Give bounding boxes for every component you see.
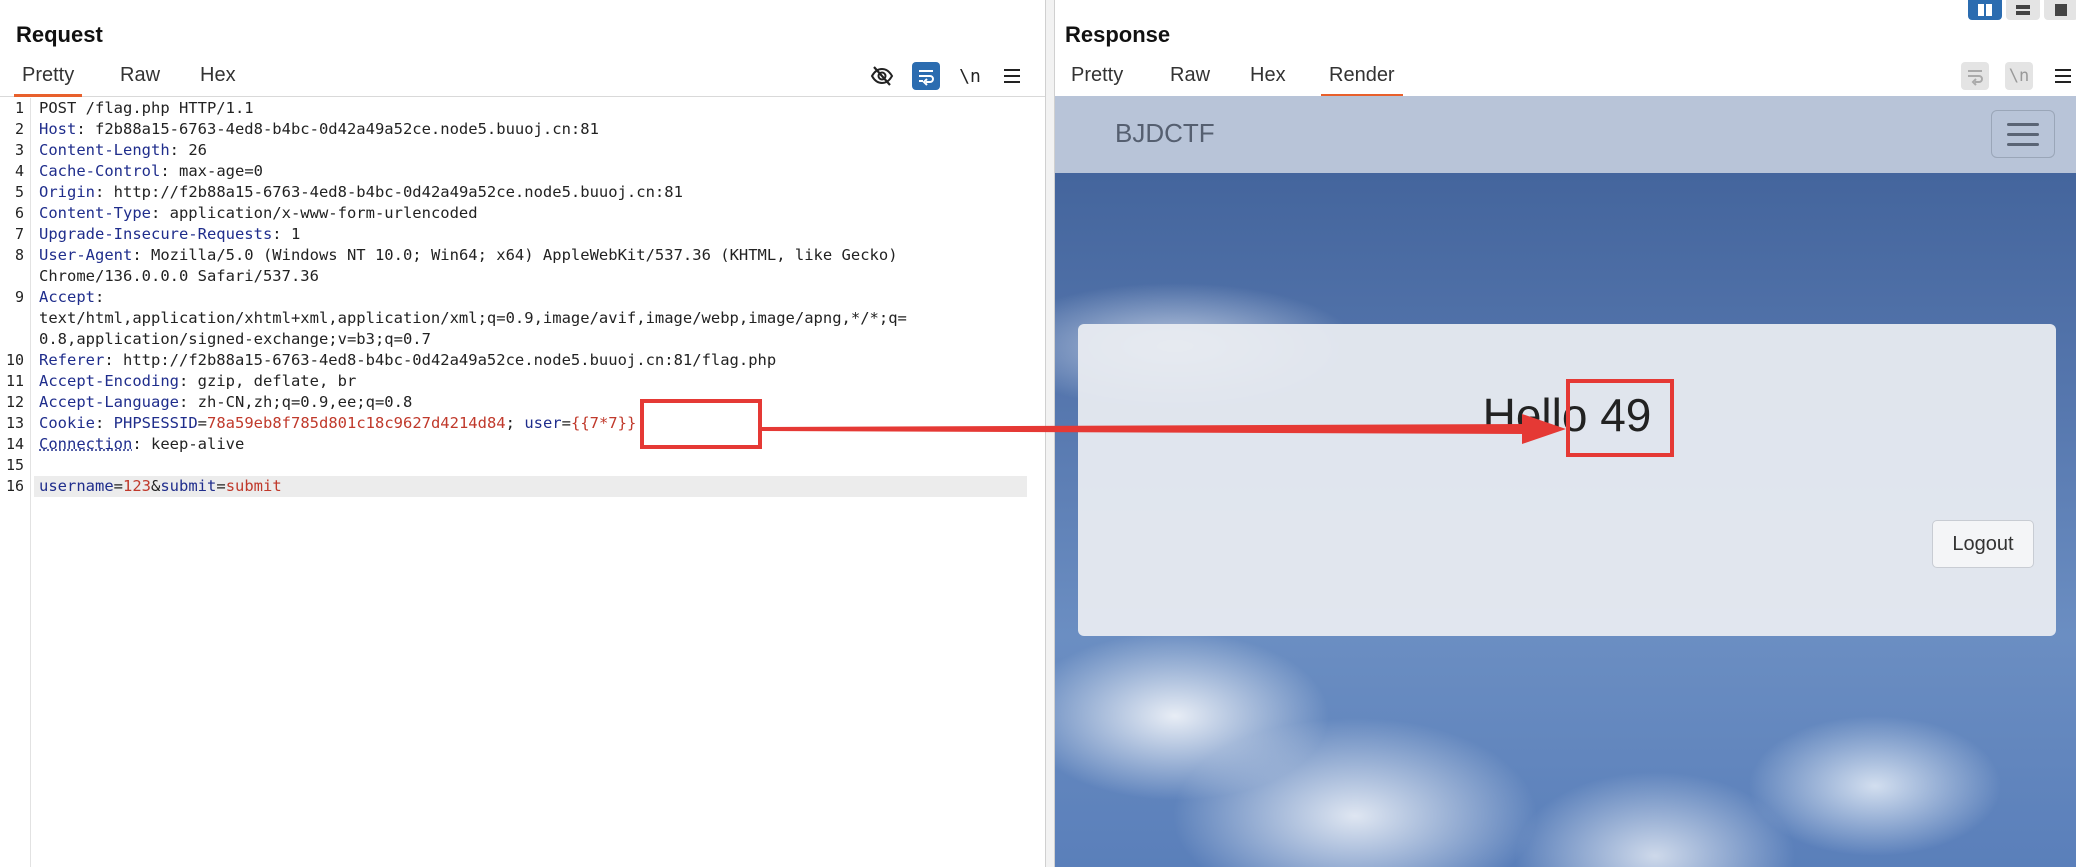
navbar-brand[interactable]: BJDCTF bbox=[1115, 118, 1215, 149]
response-pane: Response Pretty Raw Hex Render \n BJDCTF… bbox=[1055, 0, 2076, 867]
code-text: Content-Type: application/x-www-form-url… bbox=[39, 204, 478, 222]
code-line[interactable]: 7 Upgrade-Insecure-Requests: 1 bbox=[0, 224, 1030, 245]
layout-split-icon[interactable] bbox=[1968, 0, 2002, 20]
menu-icon[interactable] bbox=[2049, 62, 2076, 90]
layout-toggle-group bbox=[1968, 0, 2076, 20]
code-text: Accept: bbox=[39, 288, 105, 306]
line-number: 2 bbox=[14, 120, 24, 138]
line-number: 15 bbox=[5, 456, 24, 474]
code-text: Host: f2b88a15-6763-4ed8-b4bc-0d42a49a52… bbox=[39, 120, 599, 138]
code-line[interactable]: 2 Host: f2b88a15-6763-4ed8-b4bc-0d42a49a5… bbox=[0, 119, 1030, 140]
response-title: Response bbox=[1065, 22, 1171, 47]
line-number: 14 bbox=[5, 435, 24, 453]
rendered-navbar: BJDCTF bbox=[1055, 96, 2076, 173]
code-line[interactable]: 4 Cache-Control: max-age=0 bbox=[0, 161, 1030, 182]
line-number: 10 bbox=[5, 351, 24, 369]
greeting-card: Hello 49 Logout bbox=[1078, 324, 2056, 636]
line-number: 12 bbox=[5, 393, 24, 411]
request-tab-raw[interactable]: Raw bbox=[120, 64, 160, 94]
code-text: User-Agent: Mozilla/5.0 (Windows NT 10.0… bbox=[39, 246, 898, 264]
eye-slash-icon[interactable] bbox=[868, 62, 896, 90]
request-editor[interactable]: 1 POST /flag.php HTTP/1.1 2 Host: f2b88a15-… bbox=[0, 98, 1030, 867]
code-text: Cache-Control: max-age=0 bbox=[39, 162, 263, 180]
code-line[interactable]: 15 bbox=[0, 455, 1030, 476]
code-text: Connection: keep-alive bbox=[39, 435, 245, 453]
code-text: Upgrade-Insecure-Requests: 1 bbox=[39, 225, 301, 243]
line-number: 8 bbox=[14, 246, 24, 264]
line-number: 6 bbox=[14, 204, 24, 222]
newline-icon[interactable]: \n bbox=[2005, 62, 2033, 90]
code-line[interactable]: 1 POST /flag.php HTTP/1.1 bbox=[0, 98, 1030, 119]
code-line[interactable]: 16 username=123&submit=submit bbox=[0, 476, 1030, 497]
code-line[interactable]: 10 Referer: http://f2b88a15-6763-4ed8-b4b… bbox=[0, 350, 1030, 371]
code-text: username=123&submit=submit bbox=[39, 477, 282, 495]
code-line[interactable]: 13 Cookie: PHPSESSID=78a59eb8f785d801c18c… bbox=[0, 413, 1030, 434]
code-line[interactable]: 12 Accept-Language: zh-CN,zh;q=0.9,ee;q=0… bbox=[0, 392, 1030, 413]
response-tab-render[interactable]: Render bbox=[1321, 64, 1403, 97]
hello-message: Hello 49 bbox=[1482, 389, 1652, 441]
line-number: 7 bbox=[14, 225, 24, 243]
logout-button[interactable]: Logout bbox=[1932, 520, 2034, 568]
response-tab-pretty[interactable]: Pretty bbox=[1071, 64, 1123, 94]
word-wrap-icon[interactable] bbox=[1961, 62, 1989, 90]
code-line[interactable]: Chrome/136.0.0.0 Safari/537.36 bbox=[0, 266, 1030, 287]
code-text: Referer: http://f2b88a15-6763-4ed8-b4bc-… bbox=[39, 351, 777, 369]
word-wrap-icon[interactable] bbox=[912, 62, 940, 90]
code-text: Accept-Language: zh-CN,zh;q=0.9,ee;q=0.8 bbox=[39, 393, 413, 411]
code-line[interactable]: 5 Origin: http://f2b88a15-6763-4ed8-b4bc-… bbox=[0, 182, 1030, 203]
line-number: 4 bbox=[14, 162, 24, 180]
code-line[interactable]: 14 Connection: keep-alive bbox=[0, 434, 1030, 455]
code-line[interactable]: 3 Content-Length: 26 bbox=[0, 140, 1030, 161]
code-line[interactable]: 8 User-Agent: Mozilla/5.0 (Windows NT 10.… bbox=[0, 245, 1030, 266]
pane-divider[interactable] bbox=[1045, 0, 1055, 867]
line-number: 5 bbox=[14, 183, 24, 201]
line-number: 1 bbox=[14, 99, 24, 117]
response-tab-hex[interactable]: Hex bbox=[1250, 64, 1286, 94]
layout-horizontal-icon[interactable] bbox=[2006, 0, 2040, 20]
code-line[interactable]: 0.8,application/signed-exchange;v=b3;q=0… bbox=[0, 329, 1030, 350]
newline-icon[interactable]: \n bbox=[956, 62, 984, 90]
menu-icon[interactable] bbox=[998, 62, 1026, 90]
request-pane: Request Pretty Raw Hex \n 1 POST /flag.ph… bbox=[0, 0, 1045, 867]
code-text: Accept-Encoding: gzip, deflate, br bbox=[39, 372, 357, 390]
code-line[interactable]: 6 Content-Type: application/x-www-form-ur… bbox=[0, 203, 1030, 224]
code-text: POST /flag.php HTTP/1.1 bbox=[39, 99, 254, 117]
request-tab-hex[interactable]: Hex bbox=[200, 64, 236, 94]
rendered-page: BJDCTF Hello 49 Logout bbox=[1055, 96, 2076, 867]
code-text: Cookie: PHPSESSID=78a59eb8f785d801c18c96… bbox=[39, 414, 637, 432]
line-number: 9 bbox=[14, 288, 24, 306]
response-tab-bar: Pretty Raw Hex Render bbox=[1055, 60, 2076, 97]
code-text: 0.8,application/signed-exchange;v=b3;q=0… bbox=[39, 330, 431, 348]
code-text: Content-Length: 26 bbox=[39, 141, 207, 159]
request-title: Request bbox=[16, 22, 103, 47]
code-line[interactable]: text/html,application/xhtml+xml,applicat… bbox=[0, 308, 1030, 329]
code-text: text/html,application/xhtml+xml,applicat… bbox=[39, 309, 907, 327]
line-number: 16 bbox=[5, 477, 24, 495]
code-text: Origin: http://f2b88a15-6763-4ed8-b4bc-0… bbox=[39, 183, 683, 201]
navbar-toggler-icon[interactable] bbox=[1991, 110, 2055, 158]
line-number: 3 bbox=[14, 141, 24, 159]
response-tab-raw[interactable]: Raw bbox=[1170, 64, 1210, 94]
code-text: Chrome/136.0.0.0 Safari/537.36 bbox=[39, 267, 319, 285]
line-number: 11 bbox=[5, 372, 24, 390]
request-tab-pretty[interactable]: Pretty bbox=[13, 64, 83, 97]
code-line[interactable]: 9 Accept: bbox=[0, 287, 1030, 308]
code-line[interactable]: 11 Accept-Encoding: gzip, deflate, br bbox=[0, 371, 1030, 392]
line-number: 13 bbox=[5, 414, 24, 432]
layout-single-icon[interactable] bbox=[2044, 0, 2076, 20]
